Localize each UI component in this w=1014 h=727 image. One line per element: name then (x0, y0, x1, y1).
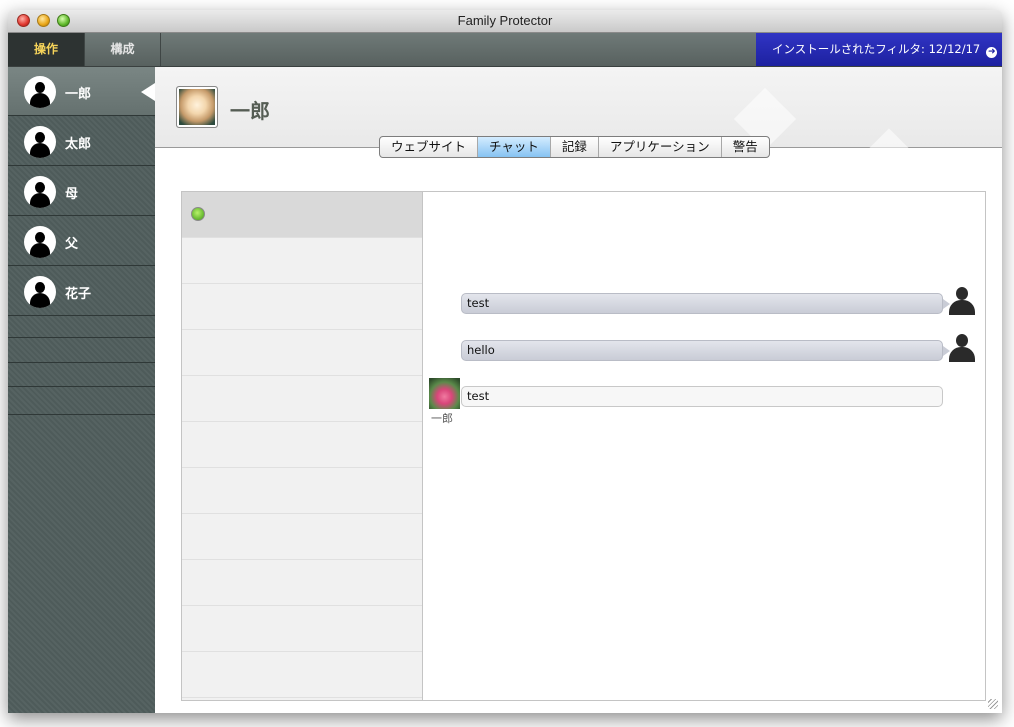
chat-transcript[interactable]: test hello 一郎 test (423, 192, 985, 700)
sidebar-user-label: 太郎 (65, 137, 92, 152)
title-bar: Family Protector (8, 10, 1002, 33)
sidebar-user-label: 父 (65, 237, 79, 252)
user-sidebar: 一郎 太郎 母 父 花子 (8, 67, 155, 713)
contact-row[interactable] (182, 422, 422, 468)
contact-row[interactable] (182, 514, 422, 560)
sidebar-user-mother[interactable]: 母 (8, 167, 155, 216)
chat-contact-list[interactable] (182, 192, 423, 700)
contact-row[interactable] (182, 238, 422, 284)
outgoing-message-bubble: test (461, 293, 943, 314)
contact-row[interactable] (182, 560, 422, 606)
decorative-cube (866, 128, 912, 174)
sidebar-user-label: 花子 (65, 287, 92, 302)
app-window: Family Protector 操作 構成 インストールされたフィルタ: 12… (8, 10, 1002, 713)
segment-applications[interactable]: アプリケーション (599, 137, 722, 157)
profile-picture (176, 86, 218, 128)
installed-filter-banner[interactable]: インストールされたフィルタ: 12/12/17 ➜ (756, 33, 1002, 66)
contact-row[interactable] (182, 330, 422, 376)
main-content: 一郎 ウェブサイト チャット 記録 アプリケーション 警告 test hello… (155, 67, 1002, 713)
tab-operation[interactable]: 操作 (8, 33, 85, 66)
view-segmented-control: ウェブサイト チャット 記録 アプリケーション 警告 (379, 136, 770, 158)
chat-panel: test hello 一郎 test (181, 191, 986, 701)
arrow-right-icon[interactable]: ➜ (986, 47, 998, 58)
online-status-icon (191, 207, 205, 221)
incoming-message-bubble: test (461, 386, 943, 407)
contact-row[interactable] (182, 652, 422, 698)
user-avatar-icon (24, 176, 56, 208)
sender-name: 一郎 (431, 412, 453, 425)
profile-name: 一郎 (230, 99, 270, 123)
person-icon (947, 334, 977, 362)
contact-row[interactable] (182, 192, 422, 238)
tab-configuration[interactable]: 構成 (85, 33, 161, 66)
contact-row[interactable] (182, 468, 422, 514)
sidebar-user-father[interactable]: 父 (8, 217, 155, 266)
outgoing-message-bubble: hello (461, 340, 943, 361)
window-title: Family Protector (457, 13, 553, 28)
user-avatar-icon (24, 76, 56, 108)
installed-filter-label: インストールされたフィルタ: 12/12/17 (772, 42, 981, 56)
sidebar-divider (8, 414, 155, 415)
user-avatar-icon (24, 276, 56, 308)
sidebar-user-label: 一郎 (65, 87, 92, 102)
resize-grip-icon[interactable] (988, 699, 998, 709)
contact-row[interactable] (182, 284, 422, 330)
contact-row[interactable] (182, 606, 422, 652)
segment-alerts[interactable]: 警告 (722, 137, 769, 157)
sender-avatar (429, 378, 460, 409)
sidebar-divider (8, 337, 155, 338)
sidebar-user-label: 母 (65, 187, 79, 202)
sidebar-user-ichiro[interactable]: 一郎 (8, 67, 155, 116)
user-avatar-icon (24, 126, 56, 158)
segment-logs[interactable]: 記録 (551, 137, 599, 157)
sidebar-divider (8, 362, 155, 363)
selection-pointer-icon (141, 83, 155, 101)
contact-row[interactable] (182, 376, 422, 422)
sidebar-user-taro[interactable]: 太郎 (8, 117, 155, 166)
sidebar-divider (8, 386, 155, 387)
person-icon (947, 287, 977, 315)
segment-websites[interactable]: ウェブサイト (380, 137, 479, 157)
sidebar-user-hanako[interactable]: 花子 (8, 267, 155, 316)
user-avatar-icon (24, 226, 56, 258)
segment-chat[interactable]: チャット (478, 137, 551, 157)
